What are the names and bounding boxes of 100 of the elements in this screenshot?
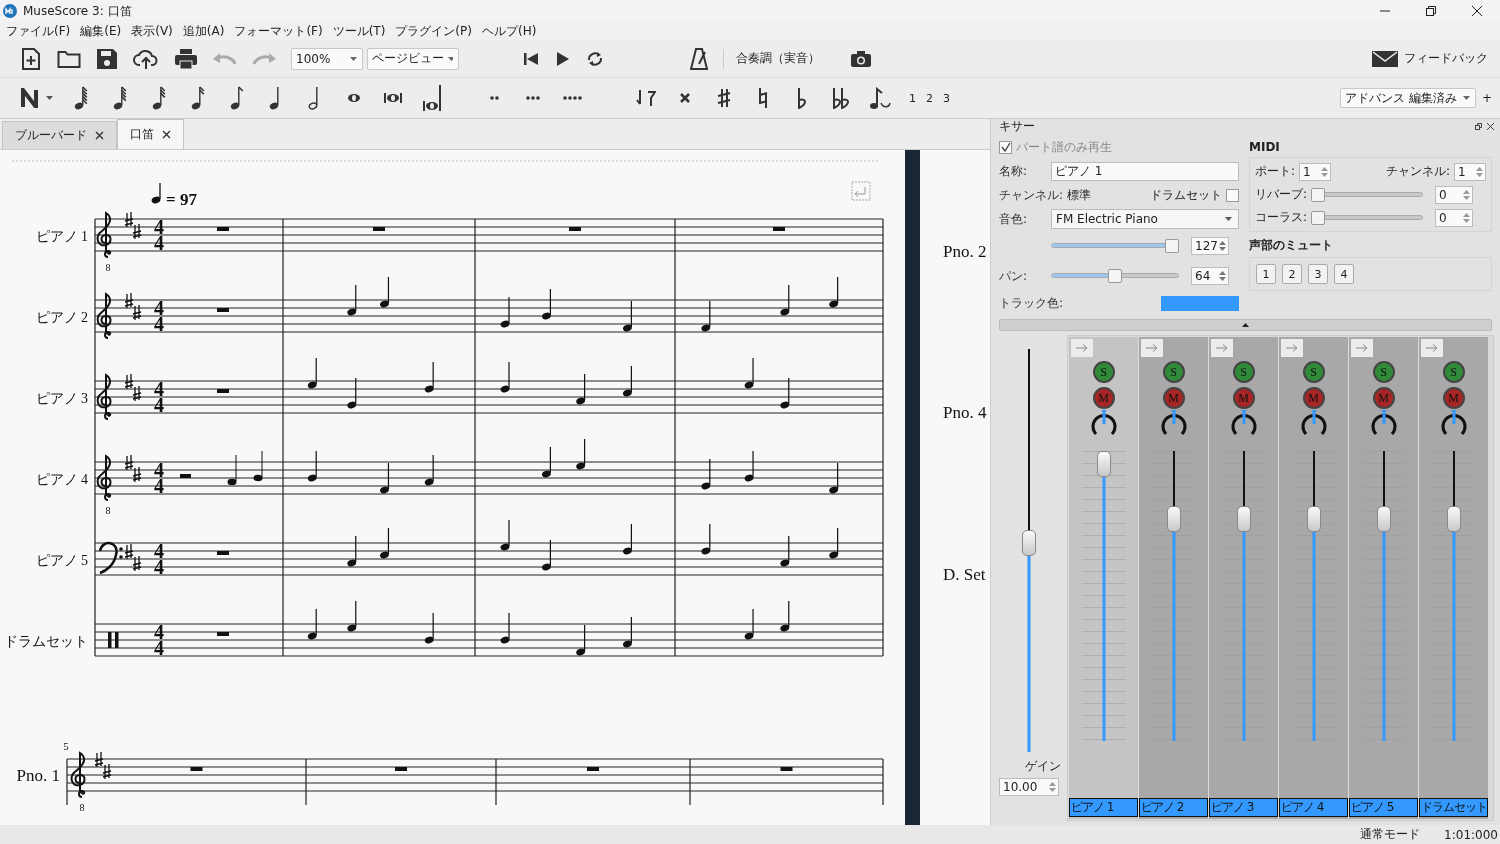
track-color-swatch[interactable] <box>1161 295 1239 311</box>
workspace-dropdown[interactable]: アドバンス 編集済み <box>1339 88 1476 108</box>
score-tab[interactable]: ブルーバード <box>2 121 117 149</box>
pan-spinbox[interactable]: 64 <box>1191 267 1229 285</box>
new-file-icon[interactable] <box>20 46 42 71</box>
close-icon[interactable] <box>1471 5 1483 17</box>
play-icon[interactable] <box>554 50 570 67</box>
gain-spinbox[interactable]: 10.00 <box>999 778 1059 796</box>
dot-icon[interactable] <box>489 96 500 100</box>
restore-icon[interactable] <box>1425 5 1437 17</box>
name-field[interactable]: ピアノ 1 <box>1051 161 1239 181</box>
track-name-label[interactable]: ピアノ 1 <box>1069 798 1138 817</box>
fader-thumb[interactable] <box>1166 506 1181 533</box>
add-workspace-button[interactable]: + <box>1481 91 1492 105</box>
note-duration-icon[interactable] <box>151 85 166 111</box>
natural-icon[interactable] <box>757 87 768 109</box>
folder-icon[interactable] <box>57 48 81 69</box>
solo-button[interactable]: S <box>1092 361 1115 383</box>
fader-thumb[interactable] <box>1446 506 1461 533</box>
volume-spinbox[interactable]: 127 <box>1191 237 1229 255</box>
slider-thumb[interactable] <box>1311 210 1326 225</box>
menu-item[interactable]: 表示(V) <box>131 22 173 40</box>
caret-icon[interactable] <box>46 96 53 100</box>
note-duration-icon[interactable] <box>190 85 205 111</box>
solo-button[interactable]: S <box>1372 361 1395 383</box>
dot-icon[interactable] <box>562 96 583 100</box>
note-duration-icon[interactable] <box>73 85 88 111</box>
solo-button[interactable]: S <box>1232 361 1255 383</box>
checkbox[interactable] <box>1226 188 1239 202</box>
voice-mute-button[interactable]: 4 <box>1334 264 1354 284</box>
save-icon[interactable] <box>96 47 118 70</box>
menu-item[interactable]: 追加(A) <box>182 22 225 40</box>
chorus-slider[interactable] <box>1311 209 1424 226</box>
voice-mute-button[interactable]: 3 <box>1308 264 1328 284</box>
pan-slider[interactable] <box>1051 268 1179 284</box>
metronome-icon[interactable] <box>690 47 708 70</box>
menu-item[interactable]: ツール(T) <box>332 22 386 40</box>
reverb-spinbox[interactable]: 0 <box>1435 185 1474 204</box>
close-icon[interactable] <box>95 131 104 140</box>
solo-button[interactable]: S <box>1442 361 1465 383</box>
rewind-icon[interactable] <box>523 50 539 67</box>
reverb-slider[interactable] <box>1311 186 1424 203</box>
slider-thumb[interactable] <box>1108 269 1122 283</box>
fader-thumb[interactable] <box>1022 529 1036 556</box>
voice-mute-button[interactable]: 2 <box>1282 264 1302 284</box>
feedback-button[interactable]: フィードバック <box>1404 50 1488 67</box>
voice-button[interactable]: 1 <box>909 91 916 105</box>
menu-item[interactable]: プラグイン(P) <box>395 22 472 40</box>
solo-button[interactable]: S <box>1162 361 1185 383</box>
double-sharp-icon[interactable] <box>679 93 690 103</box>
fader-thumb[interactable] <box>1306 506 1321 533</box>
fader-thumb[interactable] <box>1376 506 1391 533</box>
voice-button[interactable]: 2 <box>926 91 933 105</box>
print-icon[interactable] <box>174 47 198 70</box>
dot-icon[interactable] <box>526 96 541 100</box>
flat-icon[interactable] <box>796 87 807 109</box>
channel-spinbox[interactable]: 1 <box>1454 162 1486 181</box>
solo-button[interactable]: S <box>1302 361 1325 383</box>
note-duration-icon[interactable] <box>229 85 244 111</box>
channel-strip[interactable]: S M ドラムセット <box>1419 337 1488 819</box>
master-gain-fader[interactable] <box>1021 349 1037 752</box>
chorus-spinbox[interactable]: 0 <box>1435 208 1474 227</box>
menu-item[interactable]: フォーマット(F) <box>234 22 323 40</box>
track-name-label[interactable]: ドラムセット <box>1419 798 1488 817</box>
channel-strip[interactable]: S M ピアノ 3 <box>1209 337 1278 819</box>
view-mode-dropdown[interactable]: ページビュー <box>367 47 459 70</box>
port-spinbox[interactable]: 1 <box>1299 162 1332 181</box>
sound-dropdown[interactable]: FM Electric Piano <box>1051 209 1239 229</box>
fader-thumb[interactable] <box>1096 451 1111 477</box>
track-name-label[interactable]: ピアノ 2 <box>1139 798 1208 817</box>
score-tab[interactable]: 口笛 <box>117 119 184 149</box>
voice-button[interactable]: 3 <box>943 91 950 105</box>
breve-icon[interactable] <box>383 93 402 103</box>
fader-thumb[interactable] <box>1236 506 1251 533</box>
menu-item[interactable]: 編集(E) <box>80 22 122 40</box>
menu-item[interactable]: ファイル(F) <box>6 22 71 40</box>
camera-icon[interactable] <box>850 49 872 68</box>
channel-strip[interactable]: S M ピアノ 4 <box>1279 337 1348 819</box>
track-name-label[interactable]: ピアノ 3 <box>1209 798 1278 817</box>
track-name-label[interactable]: ピアノ 4 <box>1279 798 1348 817</box>
cloud-upload-icon[interactable] <box>133 47 159 70</box>
float-icon[interactable] <box>1475 122 1482 130</box>
double-flat-icon[interactable] <box>831 87 850 109</box>
concert-pitch-button[interactable]: 合奏調（実音） <box>736 50 820 67</box>
close-icon[interactable] <box>162 130 171 139</box>
channel-strip[interactable]: S M ピアノ 5 <box>1349 337 1418 819</box>
volume-slider[interactable] <box>1051 238 1179 254</box>
slider-thumb[interactable] <box>1165 239 1179 253</box>
zoom-dropdown[interactable]: 100% <box>291 47 363 70</box>
voice-mute-button[interactable]: 1 <box>1256 264 1276 284</box>
track-name-label[interactable]: ピアノ 5 <box>1349 798 1418 817</box>
close-icon[interactable] <box>1487 122 1494 130</box>
note-duration-icon[interactable] <box>112 85 127 111</box>
envelope-icon[interactable] <box>1372 49 1398 68</box>
slider-thumb[interactable] <box>1311 187 1326 202</box>
menu-item[interactable]: ヘルプ(H) <box>481 22 537 40</box>
whole-note-icon[interactable] <box>346 93 361 103</box>
channel-strip[interactable]: S M ピアノ 1 <box>1069 337 1138 819</box>
flip-direction-icon[interactable] <box>635 88 656 108</box>
longa-icon[interactable] <box>422 85 441 111</box>
